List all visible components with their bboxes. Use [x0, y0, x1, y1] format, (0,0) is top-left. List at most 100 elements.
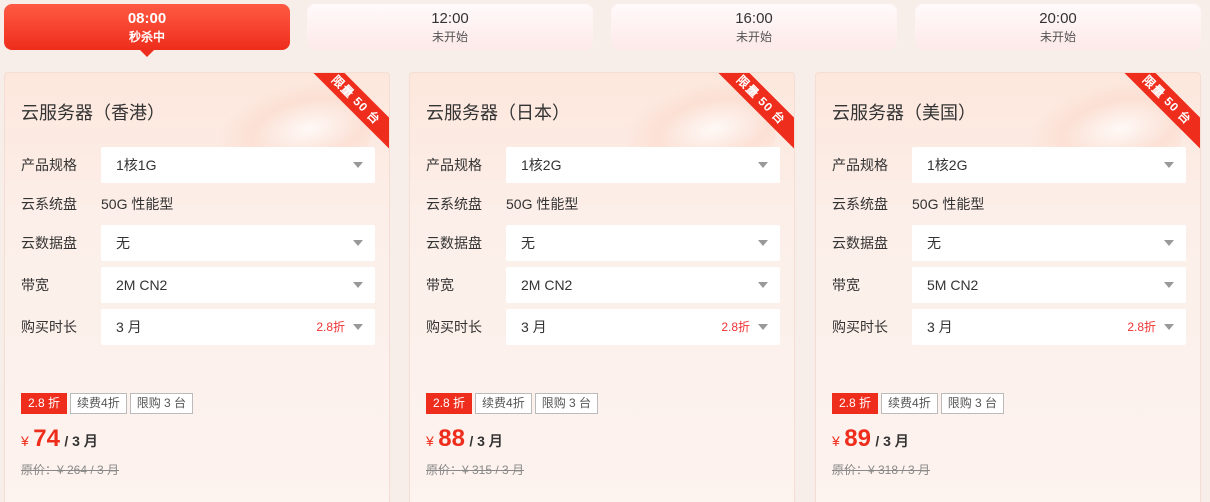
currency-symbol: ¥	[426, 433, 434, 449]
spec-value: 1核2G	[927, 157, 968, 173]
data-disk-select[interactable]: 无	[912, 225, 1186, 261]
tab-1600[interactable]: 16:00 未开始	[611, 4, 897, 50]
spec-row: 产品规格 1核1G	[21, 147, 375, 183]
system-disk-row: 云系统盘 50G 性能型	[426, 186, 780, 222]
duration-row: 购买时长 3 月 2.8折	[426, 309, 780, 345]
price-amount: 89	[844, 425, 871, 452]
limit-ribbon-text: 限量 50 台	[307, 73, 389, 154]
tab-time: 20:00	[1039, 10, 1077, 27]
system-disk-value: 50G 性能型	[101, 196, 174, 212]
bandwidth-select[interactable]: 2M CN2	[101, 267, 375, 303]
bandwidth-value: 5M CN2	[927, 277, 979, 293]
data-disk-select[interactable]: 无	[506, 225, 780, 261]
tab-time: 16:00	[735, 10, 773, 27]
duration-label: 购买时长	[21, 319, 77, 335]
price: ¥ 88 / 3 月	[426, 425, 503, 455]
card-title: 云服务器（香港）	[21, 103, 165, 123]
duration-select[interactable]: 3 月 2.8折	[506, 309, 780, 345]
bandwidth-row: 带宽 2M CN2	[21, 267, 375, 303]
renewal-badge: 续费4折	[881, 393, 938, 414]
tab-state: 未开始	[735, 30, 772, 44]
data-disk-row: 云数据盘 无	[832, 225, 1186, 261]
system-disk-label: 云系统盘	[21, 196, 77, 212]
tab-0800[interactable]: 08:00 秒杀中	[4, 4, 290, 57]
bandwidth-label: 带宽	[426, 277, 454, 293]
purchase-limit-badge: 限购 3 台	[534, 393, 599, 414]
tab-2000[interactable]: 20:00 未开始	[915, 4, 1201, 50]
price-amount: 74	[33, 425, 60, 452]
data-disk-label: 云数据盘	[426, 235, 482, 251]
chevron-down-icon	[353, 240, 363, 246]
chevron-down-icon	[758, 282, 768, 288]
discount-badge: 2.8 折	[832, 393, 879, 414]
chevron-down-icon	[1164, 240, 1174, 246]
system-disk-row: 云系统盘 50G 性能型	[21, 186, 375, 222]
duration-discount: 2.8折	[721, 320, 750, 334]
chevron-down-icon	[1164, 324, 1174, 330]
data-disk-label: 云数据盘	[832, 235, 888, 251]
chevron-down-icon	[758, 240, 768, 246]
bandwidth-select[interactable]: 5M CN2	[912, 267, 1186, 303]
system-disk-label: 云系统盘	[832, 196, 888, 212]
duration-label: 购买时长	[832, 319, 888, 335]
duration-value: 3 月	[116, 319, 142, 335]
chevron-down-icon	[758, 324, 768, 330]
purchase-limit-badge: 限购 3 台	[129, 393, 194, 414]
card-title: 云服务器（日本）	[426, 103, 570, 123]
bandwidth-value: 2M CN2	[116, 277, 168, 293]
data-disk-row: 云数据盘 无	[426, 225, 780, 261]
product-card-hongkong: 限量 50 台 云服务器（香港） 产品规格 1核1G 云系统盘 50G 性能型 …	[4, 72, 390, 502]
tab-state: 秒杀中	[128, 30, 165, 44]
spec-select[interactable]: 1核2G	[506, 147, 780, 183]
data-disk-value: 无	[116, 235, 130, 251]
card-title: 云服务器（美国）	[832, 103, 976, 123]
bandwidth-value: 2M CN2	[521, 277, 573, 293]
limit-ribbon-text: 限量 50 台	[712, 73, 794, 154]
original-price: 原价：¥ 318 / 3 月	[832, 463, 931, 477]
bandwidth-select[interactable]: 2M CN2	[506, 267, 780, 303]
discount-badge: 2.8 折	[21, 393, 68, 414]
limit-ribbon: 限量 50 台	[712, 73, 794, 155]
duration-select[interactable]: 3 月 2.8折	[101, 309, 375, 345]
spec-label: 产品规格	[832, 157, 888, 173]
system-disk-row: 云系统盘 50G 性能型	[832, 186, 1186, 222]
tab-1200[interactable]: 12:00 未开始	[307, 4, 593, 50]
tab-time: 08:00	[127, 10, 167, 27]
currency-symbol: ¥	[832, 433, 840, 449]
price-period: / 3 月	[469, 433, 503, 449]
chevron-down-icon	[1164, 162, 1174, 168]
purchase-limit-badge: 限购 3 台	[940, 393, 1005, 414]
system-disk-label: 云系统盘	[426, 196, 482, 212]
spec-select[interactable]: 1核2G	[912, 147, 1186, 183]
spec-label: 产品规格	[426, 157, 482, 173]
original-price: 原价：¥ 264 / 3 月	[21, 463, 120, 477]
duration-select[interactable]: 3 月 2.8折	[912, 309, 1186, 345]
data-disk-select[interactable]: 无	[101, 225, 375, 261]
spec-value: 1核1G	[116, 157, 157, 173]
discount-badge: 2.8 折	[426, 393, 473, 414]
tab-state: 未开始	[431, 30, 468, 44]
chevron-down-icon	[353, 162, 363, 168]
limit-ribbon: 限量 50 台	[307, 73, 389, 155]
spec-select[interactable]: 1核1G	[101, 147, 375, 183]
duration-label: 购买时长	[426, 319, 482, 335]
spec-row: 产品规格 1核2G	[832, 147, 1186, 183]
bandwidth-label: 带宽	[21, 277, 49, 293]
data-disk-value: 无	[927, 235, 941, 251]
price-period: / 3 月	[64, 433, 98, 449]
duration-value: 3 月	[927, 319, 953, 335]
renewal-badge: 续费4折	[70, 393, 127, 414]
promo-badges: 2.8 折续费4折 限购 3 台	[426, 393, 601, 414]
system-disk-value: 50G 性能型	[912, 196, 985, 212]
price-period: / 3 月	[875, 433, 909, 449]
duration-row: 购买时长 3 月 2.8折	[21, 309, 375, 345]
product-card-usa: 限量 50 台 云服务器（美国） 产品规格 1核2G 云系统盘 50G 性能型 …	[815, 72, 1201, 502]
duration-discount: 2.8折	[316, 320, 345, 334]
chevron-down-icon	[353, 324, 363, 330]
duration-discount: 2.8折	[1127, 320, 1156, 334]
spec-row: 产品规格 1核2G	[426, 147, 780, 183]
original-price: 原价：¥ 315 / 3 月	[426, 463, 525, 477]
chevron-down-icon	[1164, 282, 1174, 288]
price-amount: 88	[438, 425, 465, 452]
time-slot-tabs: 08:00 秒杀中 12:00 未开始 16:00 未开始 20:00 未开始	[4, 4, 1204, 57]
